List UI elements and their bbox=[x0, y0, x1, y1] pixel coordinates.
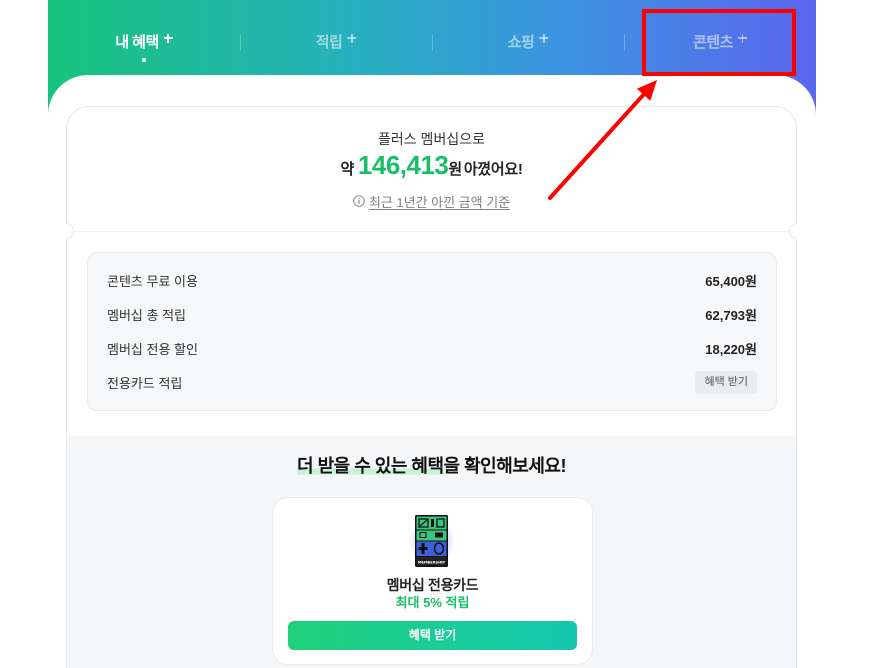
saved-unit: 원 bbox=[448, 161, 462, 178]
breakdown-label: 전용카드 적립 bbox=[107, 375, 183, 391]
saved-basis-link[interactable]: 최근 1년간 아낀 금액 기준 bbox=[66, 192, 797, 210]
annotation-highlight-box bbox=[642, 9, 796, 76]
title-highlight: 더 받을 수 있는 혜택 bbox=[297, 456, 444, 476]
saved-basis-text: 최근 1년간 아낀 금액 기준 bbox=[368, 194, 511, 210]
card-art-text: MEMBERSHIP bbox=[418, 560, 446, 564]
plus-icon bbox=[163, 33, 173, 43]
plus-icon bbox=[539, 33, 549, 43]
tab-points[interactable]: 적립 bbox=[240, 22, 432, 60]
saved-amount: 146,413 bbox=[357, 150, 449, 180]
saved-amount-line: 약 146,413 원 아꼈어요! bbox=[66, 150, 797, 182]
tab-shopping[interactable]: 쇼핑 bbox=[432, 22, 624, 60]
tab-my-benefits[interactable]: 내 혜택 bbox=[48, 22, 240, 60]
breakdown-value: 62,793원 bbox=[705, 307, 757, 323]
list-item: 멤버십 전용 할인 18,220원 bbox=[107, 331, 757, 365]
membership-card-image: MEMBERSHIP bbox=[415, 515, 448, 567]
breakdown-label: 멤버십 총 적립 bbox=[107, 307, 186, 323]
card-benefit: 최대 5% 적립 bbox=[395, 595, 470, 610]
title-rest: 을 확인해보세요! bbox=[443, 456, 567, 476]
info-circle-icon bbox=[353, 195, 365, 207]
tab-label: 쇼핑 bbox=[507, 33, 535, 51]
breakdown-label: 콘텐츠 무료 이용 bbox=[107, 273, 198, 289]
card-name: 멤버십 전용카드 bbox=[386, 577, 479, 593]
summary-intro: 플러스 멤버십으로 bbox=[378, 131, 485, 147]
breakdown-label: 멤버십 전용 할인 bbox=[107, 341, 198, 357]
breakdown-value: 18,220원 bbox=[705, 341, 757, 357]
list-item: 전용카드 적립 혜택 받기 bbox=[107, 365, 757, 399]
list-item: 멤버십 총 적립 62,793원 bbox=[107, 297, 757, 331]
get-benefit-button[interactable]: 혜택 받기 bbox=[288, 621, 577, 650]
plus-icon bbox=[347, 33, 357, 43]
summary-divider bbox=[74, 231, 789, 232]
saved-suffix: 아꼈어요! bbox=[463, 161, 523, 178]
tab-label: 적립 bbox=[315, 33, 343, 51]
active-tab-indicator bbox=[142, 58, 146, 62]
list-item: 콘텐츠 무료 이용 65,400원 bbox=[107, 263, 757, 297]
breakdown-value: 65,400원 bbox=[705, 273, 757, 289]
tab-label: 내 혜택 bbox=[115, 33, 159, 51]
benefit-breakdown: 콘텐츠 무료 이용 65,400원 멤버십 총 적립 62,793원 멤버십 전… bbox=[87, 252, 777, 411]
more-benefits-title: 더 받을 수 있는 혜택을 확인해보세요! bbox=[66, 454, 797, 478]
get-card-benefit-button[interactable]: 혜택 받기 bbox=[695, 370, 757, 394]
saved-prefix: 약 bbox=[340, 161, 354, 178]
